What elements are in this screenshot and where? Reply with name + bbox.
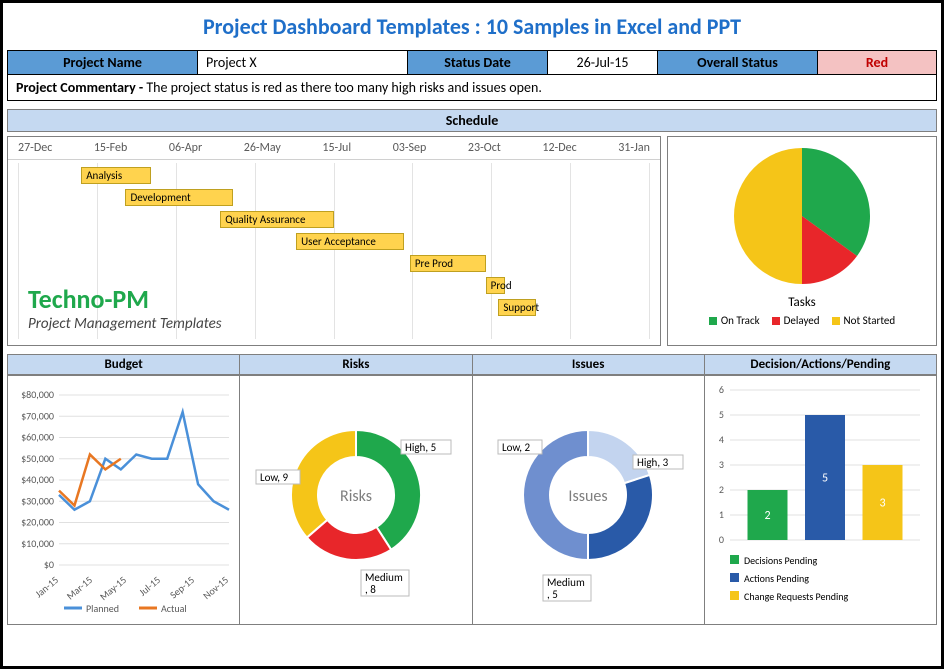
gantt-bar: Development bbox=[125, 189, 232, 206]
gantt-date: 27-Dec bbox=[18, 141, 52, 155]
svg-text:$80,000: $80,000 bbox=[21, 388, 54, 401]
issues-panel: Issues Low, 2High, 3Medium, 5 bbox=[473, 375, 705, 625]
status-date-value: 26-Jul-15 bbox=[548, 51, 658, 74]
tasks-pie-legend: On Track Delayed Not Started bbox=[709, 314, 895, 327]
svg-text:5: 5 bbox=[822, 472, 828, 486]
svg-text:High, 3: High, 3 bbox=[637, 456, 669, 469]
tasks-pie-panel: Tasks On Track Delayed Not Started bbox=[667, 136, 937, 346]
gantt-bar: User Acceptance bbox=[296, 233, 403, 250]
svg-text:Risks: Risks bbox=[340, 487, 372, 506]
svg-text:4: 4 bbox=[719, 433, 724, 446]
risks-panel: Risks Low, 9High, 5Medium, 8 bbox=[240, 375, 472, 625]
svg-text:Decisions Pending: Decisions Pending bbox=[744, 554, 818, 567]
svg-text:$60,000: $60,000 bbox=[21, 431, 54, 444]
svg-text:Mar-15: Mar-15 bbox=[63, 573, 94, 602]
svg-text:, 5: , 5 bbox=[547, 588, 558, 601]
gantt-date: 15-Feb bbox=[94, 141, 127, 155]
issues-label: Issues bbox=[473, 354, 705, 375]
gantt-bar: Quality Assurance bbox=[220, 211, 334, 228]
page-title: Project Dashboard Templates : 10 Samples… bbox=[7, 7, 937, 50]
svg-text:Issues: Issues bbox=[569, 487, 608, 506]
gantt-chart: 27-Dec 15-Feb 06-Apr 26-May 15-Jul 03-Sep 23-O… bbox=[7, 136, 661, 346]
gantt-date: 12-Dec bbox=[542, 141, 576, 155]
budget-chart: $80,000 $70,000 $60,000 $50,000 $40,000 $30,0… bbox=[9, 380, 239, 620]
gantt-bar: Analysis bbox=[81, 167, 151, 184]
legend-item: Delayed bbox=[772, 314, 820, 327]
commentary-text: The project status is red as there too m… bbox=[146, 79, 542, 96]
svg-text:2: 2 bbox=[765, 509, 771, 523]
dap-label: Decision/Actions/Pending bbox=[705, 354, 937, 375]
issues-donut: Issues Low, 2High, 3Medium, 5 bbox=[473, 385, 703, 615]
svg-text:$40,000: $40,000 bbox=[21, 473, 54, 486]
budget-label: Budget bbox=[7, 354, 240, 375]
logo-line-1: Techno-PM bbox=[28, 283, 222, 315]
tasks-pie-chart bbox=[712, 141, 892, 291]
schedule-label: Schedule bbox=[7, 109, 937, 132]
svg-text:3: 3 bbox=[719, 458, 724, 471]
gantt-date: 23-Oct bbox=[468, 141, 501, 155]
gantt-date: 26-May bbox=[244, 141, 281, 155]
project-name-label: Project Name bbox=[8, 51, 198, 74]
svg-text:0: 0 bbox=[719, 533, 724, 546]
svg-text:Planned: Planned bbox=[86, 602, 119, 615]
svg-text:High, 5: High, 5 bbox=[405, 441, 436, 454]
overall-status-value: Red bbox=[818, 51, 936, 74]
svg-text:$70,000: $70,000 bbox=[21, 409, 54, 422]
svg-text:Low, 2: Low, 2 bbox=[502, 441, 531, 454]
svg-text:Actions Pending: Actions Pending bbox=[744, 572, 809, 585]
svg-text:6: 6 bbox=[719, 383, 724, 396]
svg-text:5: 5 bbox=[719, 408, 724, 421]
svg-text:$50,000: $50,000 bbox=[21, 452, 54, 465]
risks-label: Risks bbox=[240, 354, 472, 375]
svg-text:$30,000: $30,000 bbox=[21, 494, 54, 507]
svg-text:1: 1 bbox=[719, 508, 724, 521]
svg-text:May-15: May-15 bbox=[97, 573, 129, 603]
logo-line-2: Project Management Templates bbox=[28, 315, 222, 333]
commentary: Project Commentary - The project status … bbox=[7, 75, 937, 101]
gantt-date: 31-Jan bbox=[618, 141, 650, 155]
dap-chart: 6 5 4 3 2 1 0 2 5 3 Decisions Pending Actions Pen… bbox=[705, 380, 935, 620]
commentary-label: Project Commentary - bbox=[16, 79, 146, 96]
legend-item: Not Started bbox=[832, 314, 896, 327]
gantt-date: 06-Apr bbox=[169, 141, 202, 155]
svg-text:$20,000: $20,000 bbox=[21, 516, 54, 529]
gantt-bar: Pre Prod bbox=[410, 255, 486, 272]
svg-text:$0: $0 bbox=[43, 558, 53, 571]
svg-text:Jan-15: Jan-15 bbox=[32, 573, 61, 600]
svg-text:Change Requests Pending: Change Requests Pending bbox=[744, 590, 849, 603]
svg-text:3: 3 bbox=[880, 497, 886, 511]
gantt-bar: Support bbox=[498, 299, 536, 316]
status-date-label: Status Date bbox=[408, 51, 548, 74]
info-row: Project Name Project X Status Date 26-Ju… bbox=[7, 50, 937, 75]
gantt-date: 03-Sep bbox=[393, 141, 427, 155]
tasks-pie-title: Tasks bbox=[788, 295, 816, 310]
project-name-value: Project X bbox=[198, 51, 408, 74]
svg-text:Jul-15: Jul-15 bbox=[136, 573, 163, 598]
overall-status-label: Overall Status bbox=[658, 51, 818, 74]
gantt-bar: Prod bbox=[486, 277, 505, 294]
risks-donut: Risks Low, 9High, 5Medium, 8 bbox=[241, 385, 471, 615]
budget-panel: $80,000 $70,000 $60,000 $50,000 $40,000 $30,0… bbox=[7, 375, 240, 625]
gantt-date: 15-Jul bbox=[322, 141, 351, 155]
dap-panel: 6 5 4 3 2 1 0 2 5 3 Decisions Pending Actions Pen… bbox=[705, 375, 937, 625]
svg-text:Actual: Actual bbox=[161, 602, 187, 615]
svg-text:, 8: , 8 bbox=[365, 583, 376, 596]
legend-item: On Track bbox=[709, 314, 760, 327]
svg-text:$10,000: $10,000 bbox=[21, 537, 54, 550]
svg-text:Nov-15: Nov-15 bbox=[200, 573, 231, 602]
watermark-logo: Techno-PM Project Management Templates bbox=[28, 283, 222, 333]
dashboard-frame: Project Dashboard Templates : 10 Samples… bbox=[0, 0, 944, 669]
svg-text:Low, 9: Low, 9 bbox=[260, 471, 289, 484]
svg-text:2: 2 bbox=[719, 483, 724, 496]
svg-text:Sep-15: Sep-15 bbox=[167, 573, 197, 601]
